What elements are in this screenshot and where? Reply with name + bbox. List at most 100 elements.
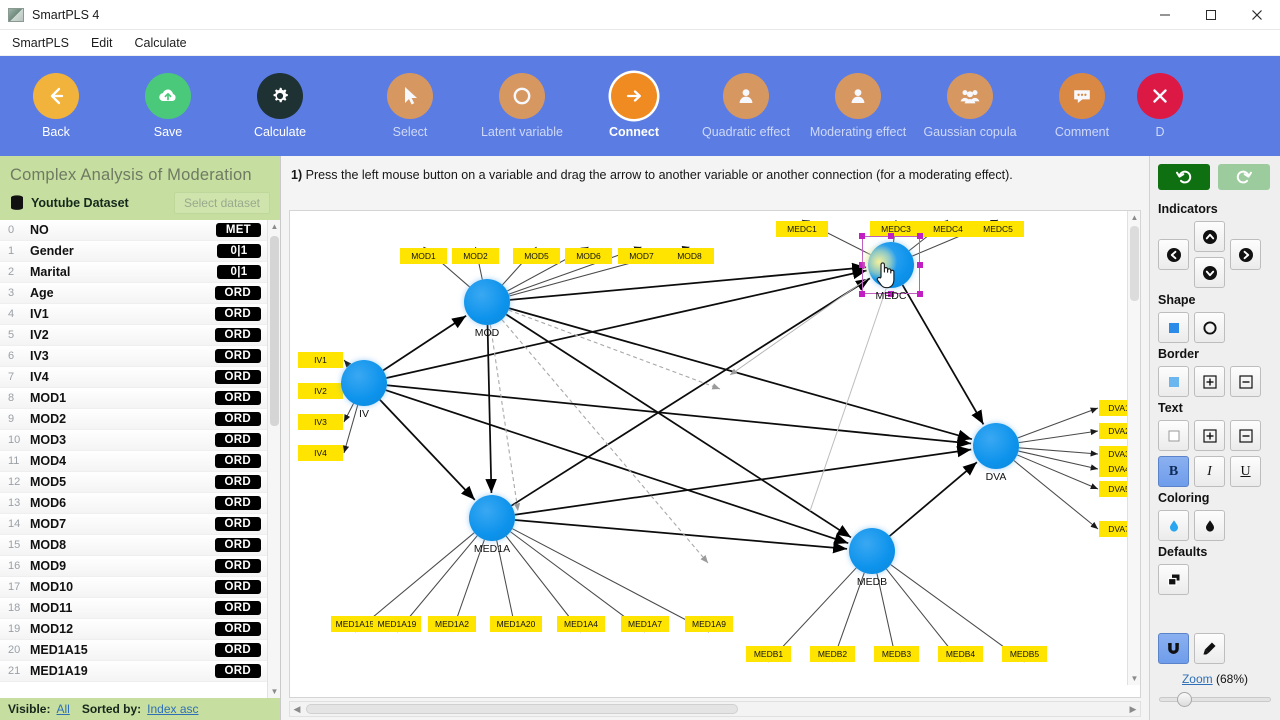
variable-scale-badge[interactable]: ORD — [214, 537, 261, 552]
variable-scale-badge[interactable]: MET — [215, 222, 261, 237]
shape-square-button[interactable] — [1158, 312, 1189, 343]
border-increase-button[interactable] — [1194, 366, 1225, 397]
variable-scale-badge[interactable]: ORD — [214, 663, 261, 678]
indicator-move-left-button[interactable] — [1158, 239, 1189, 270]
toolbar-button-select[interactable]: Select — [354, 56, 466, 156]
variable-list[interactable]: 0 NO MET 1 Gender 0|1 2 Marital 0|1 3 Age ORD 4 IV1 OR… — [0, 219, 280, 698]
toolbar-button-delete[interactable]: D — [1137, 56, 1198, 156]
underline-button[interactable]: U — [1230, 456, 1261, 487]
canvas-scroll-left-icon[interactable]: ◀ — [290, 702, 304, 716]
variable-scale-badge[interactable]: ORD — [214, 642, 261, 657]
variable-scale-badge[interactable]: ORD — [214, 411, 261, 426]
model-canvas[interactable]: MOD1 MOD2 MOD5 MOD6 MOD7 MOD8 MEDC1 MEDC3 MEDC4 M… — [290, 211, 1128, 685]
toolbar-button-comment[interactable]: Comment — [1026, 56, 1138, 156]
variable-scale-badge[interactable]: ORD — [214, 600, 261, 615]
indicator-box[interactable]: MOD1 — [400, 248, 447, 264]
maximize-button[interactable] — [1188, 0, 1234, 30]
scroll-down-icon[interactable]: ▼ — [268, 684, 280, 698]
indicator-move-down-button[interactable] — [1194, 257, 1225, 288]
indicator-box[interactable]: DVA1 — [1099, 400, 1128, 416]
variable-list-scrollbar[interactable]: ▲ ▼ — [267, 219, 280, 698]
indicator-box[interactable]: MEDB5 — [1002, 646, 1047, 662]
indicator-box[interactable]: MOD2 — [452, 248, 499, 264]
indicator-box[interactable]: MOD8 — [665, 248, 714, 264]
indicator-box[interactable]: MEDB3 — [874, 646, 919, 662]
variable-row[interactable]: 3 Age ORD — [0, 282, 267, 304]
variable-scale-badge[interactable]: ORD — [214, 579, 261, 594]
text-color-button[interactable] — [1158, 420, 1189, 451]
border-decrease-button[interactable] — [1230, 366, 1261, 397]
restore-defaults-button[interactable] — [1158, 564, 1189, 595]
minimize-button[interactable] — [1142, 0, 1188, 30]
indicator-box[interactable]: MEDC1 — [776, 221, 828, 237]
variable-row[interactable]: 7 IV4 ORD — [0, 366, 267, 388]
variable-scale-badge[interactable]: ORD — [214, 453, 261, 468]
toolbar-button-back[interactable]: Back — [0, 56, 112, 156]
variable-row[interactable]: 16 MOD9 ORD — [0, 555, 267, 577]
menu-item-calculate[interactable]: Calculate — [135, 36, 187, 50]
variable-scale-badge[interactable]: ORD — [214, 306, 261, 321]
zoom-slider[interactable] — [1159, 691, 1271, 707]
toolbar-button-gaussian-copula[interactable]: Gaussian copula — [914, 56, 1026, 156]
latent-variable-node[interactable] — [341, 360, 387, 406]
canvas-scroll-up-icon[interactable]: ▲ — [1128, 211, 1141, 224]
indicator-box[interactable]: MED1A15 — [331, 616, 379, 632]
selection-handle[interactable] — [859, 233, 865, 239]
indicator-box[interactable]: MED1A2 — [428, 616, 476, 632]
variable-scale-badge[interactable]: 0|1 — [217, 264, 261, 279]
variable-row[interactable]: 12 MOD5 ORD — [0, 471, 267, 493]
variable-row[interactable]: 11 MOD4 ORD — [0, 450, 267, 472]
zoom-link[interactable]: Zoom — [1182, 672, 1213, 686]
text-increase-button[interactable] — [1194, 420, 1225, 451]
indicator-box[interactable]: MED1A19 — [373, 616, 421, 632]
toolbar-button-calculate[interactable]: Calculate — [224, 56, 336, 156]
border-color-button[interactable] — [1158, 366, 1189, 397]
variable-scale-badge[interactable]: ORD — [214, 621, 261, 636]
indicator-box[interactable]: MOD6 — [565, 248, 612, 264]
selection-handle[interactable] — [917, 233, 923, 239]
indicator-move-right-button[interactable] — [1230, 239, 1261, 270]
variable-row[interactable]: 2 Marital 0|1 — [0, 261, 267, 283]
shape-circle-button[interactable] — [1194, 312, 1225, 343]
variable-row[interactable]: 21 MED1A19 ORD — [0, 660, 267, 682]
indicator-move-up-button[interactable] — [1194, 221, 1225, 252]
latent-variable-node[interactable] — [469, 495, 515, 541]
italic-button[interactable]: I — [1194, 456, 1225, 487]
visible-filter-link[interactable]: All — [56, 702, 69, 716]
selection-handle[interactable] — [859, 291, 865, 297]
indicator-box[interactable]: DVA5 — [1099, 481, 1128, 497]
indicator-box[interactable]: MEDC5 — [972, 221, 1024, 237]
indicator-box[interactable]: MED1A9 — [685, 616, 733, 632]
sort-order-link[interactable]: Index asc — [147, 702, 198, 716]
indicator-box[interactable]: MEDB1 — [746, 646, 791, 662]
variable-scale-badge[interactable]: ORD — [214, 327, 261, 342]
bold-button[interactable]: B — [1158, 456, 1189, 487]
selection-handle[interactable] — [917, 291, 923, 297]
scroll-up-icon[interactable]: ▲ — [268, 220, 280, 234]
variable-row[interactable]: 6 IV3 ORD — [0, 345, 267, 367]
toolbar-button-latent-variable[interactable]: Latent variable — [466, 56, 578, 156]
indicator-box[interactable]: DVA7 — [1099, 521, 1128, 537]
toolbar-button-connect[interactable]: Connect — [578, 56, 690, 156]
indicator-box[interactable]: MED1A7 — [621, 616, 669, 632]
indicator-box[interactable]: IV3 — [298, 414, 343, 430]
indicator-box[interactable]: MEDC3 — [870, 221, 922, 237]
menu-item-edit[interactable]: Edit — [91, 36, 113, 50]
redo-button[interactable] — [1218, 164, 1270, 190]
selection-handle[interactable] — [917, 262, 923, 268]
variable-row[interactable]: 20 MED1A15 ORD — [0, 639, 267, 661]
canvas-scroll-right-icon[interactable]: ▶ — [1126, 702, 1140, 716]
variable-row[interactable]: 13 MOD6 ORD — [0, 492, 267, 514]
canvas-vscroll-thumb[interactable] — [1130, 226, 1139, 301]
variable-scale-badge[interactable]: ORD — [214, 432, 261, 447]
toolbar-button-save[interactable]: Save — [112, 56, 224, 156]
variable-scale-badge[interactable]: ORD — [214, 558, 261, 573]
select-dataset-button[interactable]: Select dataset — [173, 191, 270, 214]
variable-scale-badge[interactable]: ORD — [214, 516, 261, 531]
variable-scale-badge[interactable]: ORD — [214, 369, 261, 384]
indicator-box[interactable]: MEDB2 — [810, 646, 855, 662]
variable-row[interactable]: 5 IV2 ORD — [0, 324, 267, 346]
indicator-box[interactable]: IV2 — [298, 383, 343, 399]
variable-row[interactable]: 0 NO MET — [0, 219, 267, 241]
variable-scale-badge[interactable]: ORD — [214, 390, 261, 405]
